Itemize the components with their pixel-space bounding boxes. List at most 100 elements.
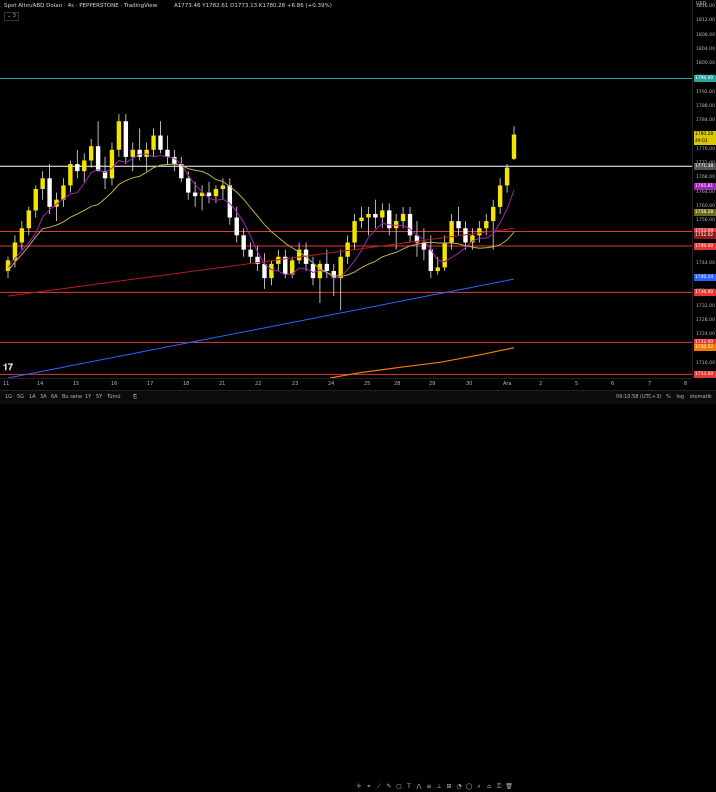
magnet-icon[interactable]: ⌂ bbox=[485, 782, 493, 791]
trend-line-icon[interactable]: ⟋ bbox=[375, 782, 383, 791]
price-tick-3: 1804.00 bbox=[696, 46, 715, 52]
price-tag-0: 1796.00 bbox=[694, 74, 716, 82]
candle-body-12 bbox=[88, 146, 94, 161]
candle-body-2 bbox=[19, 228, 25, 243]
candle-body-34 bbox=[241, 235, 246, 250]
price-tick-10: 1776.00 bbox=[696, 146, 715, 152]
price-tick-23: 1724.00 bbox=[696, 332, 715, 338]
candle-body-5 bbox=[40, 178, 45, 189]
lock-icon[interactable]: ⚿ bbox=[495, 782, 503, 791]
auto-toggle[interactable]: otomatik bbox=[690, 394, 712, 400]
price-tick-13: 1764.00 bbox=[696, 189, 715, 195]
time-label-16: 5 bbox=[575, 381, 579, 387]
fib-icon[interactable]: ≡ bbox=[425, 782, 433, 791]
text-icon[interactable]: T bbox=[405, 782, 413, 791]
candle-body-72 bbox=[504, 167, 510, 186]
candle-body-71 bbox=[497, 185, 503, 207]
price-tick-0: 1816.00 bbox=[696, 4, 715, 10]
price-axis[interactable]: USD 1816.00 1812.00 1808.00 1804.00 1800.00 1… bbox=[692, 0, 716, 380]
price-tag-2: 1771.38 bbox=[694, 162, 716, 170]
date-range-icon[interactable]: ⎗ bbox=[133, 394, 137, 400]
candle-body-27 bbox=[192, 192, 198, 197]
price-tag-11: 1720.52 bbox=[694, 344, 716, 352]
timeframe-5[interactable]: Bu sene bbox=[62, 394, 82, 400]
price-tick-8: 1784.00 bbox=[696, 118, 715, 124]
candle-body-26 bbox=[186, 178, 191, 193]
candle-body-68 bbox=[477, 228, 482, 236]
crosshair-icon[interactable]: ⌖ bbox=[365, 782, 373, 791]
candle-body-9 bbox=[68, 164, 73, 186]
candle-body-10 bbox=[75, 164, 80, 172]
measure-icon[interactable]: ⟂ bbox=[435, 782, 443, 791]
trash-icon[interactable]: 🗑 bbox=[505, 782, 513, 791]
chevron-down-icon: ⌄ bbox=[7, 13, 12, 19]
timeframe-4[interactable]: 6A bbox=[51, 394, 58, 400]
time-label-14: Ara bbox=[503, 381, 512, 387]
candle-body-73 bbox=[511, 134, 517, 159]
scale-options: % log otomatik bbox=[666, 394, 712, 400]
candle-body-29 bbox=[206, 192, 212, 197]
time-label-1: 14 bbox=[37, 381, 44, 387]
clock-label[interactable]: 09:10:58 (UTC+3) bbox=[616, 394, 661, 400]
time-label-18: 7 bbox=[648, 381, 652, 387]
time-label-11: 28 bbox=[394, 381, 401, 387]
price-tick-21: 1732.00 bbox=[696, 303, 715, 309]
shapes-icon[interactable]: ▢ bbox=[395, 782, 403, 791]
timeframe-3[interactable]: 3A bbox=[40, 394, 47, 400]
candle-body-50 bbox=[352, 221, 357, 243]
candle-body-33 bbox=[234, 217, 239, 236]
candle-body-18 bbox=[130, 149, 135, 157]
countdown-tag: 49:01 bbox=[694, 138, 716, 145]
indicator-count: 3 bbox=[12, 13, 16, 19]
candle-body-53 bbox=[373, 213, 378, 218]
candle-body-30 bbox=[213, 189, 219, 197]
zoom-icon[interactable]: ⌕ bbox=[475, 782, 483, 791]
time-label-2: 15 bbox=[73, 381, 80, 387]
indicator-toggle[interactable]: ⌄ 3 bbox=[4, 12, 19, 21]
time-label-17: 6 bbox=[611, 381, 615, 387]
price-tag-12: 1713.00 bbox=[694, 370, 716, 378]
candle-body-52 bbox=[366, 213, 371, 218]
candle-body-15 bbox=[109, 149, 115, 179]
price-tick-7: 1788.00 bbox=[696, 103, 715, 109]
percent-toggle[interactable]: % bbox=[666, 394, 671, 400]
price-tick-1: 1812.00 bbox=[696, 18, 715, 24]
log-toggle[interactable]: log bbox=[676, 394, 684, 400]
timeframe-8[interactable]: Tümü bbox=[107, 394, 121, 400]
timeframe-0[interactable]: 1G bbox=[5, 394, 12, 400]
tradingview-logo-icon[interactable]: 𝟏𝟕 bbox=[3, 363, 15, 373]
chart-header: Spot Altın/ABD Doları · 4s · PEPPERSTONE… bbox=[0, 0, 692, 22]
candle-body-55 bbox=[387, 210, 392, 229]
pattern-icon[interactable]: ⋀ bbox=[415, 782, 423, 791]
candle-body-62 bbox=[435, 267, 440, 272]
timeframe-2[interactable]: 1A bbox=[29, 394, 36, 400]
prediction-icon[interactable]: ◔ bbox=[455, 782, 463, 791]
chart-area[interactable] bbox=[0, 0, 692, 378]
candle-body-1 bbox=[12, 242, 18, 261]
time-label-6: 21 bbox=[219, 381, 226, 387]
cursor-icon[interactable]: ✛ bbox=[355, 782, 363, 791]
candle-body-17 bbox=[123, 121, 129, 157]
ma-orange-line bbox=[329, 347, 515, 378]
price-tick-6: 1792.00 bbox=[696, 89, 715, 95]
price-tag-9: 1736.00 bbox=[694, 288, 716, 296]
price-tick-14: 1760.00 bbox=[696, 203, 715, 209]
time-label-5: 18 bbox=[183, 381, 190, 387]
pencil-icon[interactable]: ✎ bbox=[385, 782, 393, 791]
candle-body-65 bbox=[456, 221, 461, 229]
ruler-icon[interactable]: ⊞ bbox=[445, 782, 453, 791]
candle-body-57 bbox=[400, 213, 406, 222]
candle-body-13 bbox=[95, 146, 101, 172]
candle-body-20 bbox=[144, 149, 149, 157]
symbol-title[interactable]: Spot Altın/ABD Doları · 4s · PEPPERSTONE… bbox=[4, 3, 157, 9]
ma-blue-line bbox=[7, 278, 515, 378]
timeframe-6[interactable]: 1Y bbox=[85, 394, 91, 400]
price-tick-4: 1800.00 bbox=[696, 61, 715, 67]
timeframe-1[interactable]: 5G bbox=[17, 394, 24, 400]
time-label-7: 22 bbox=[255, 381, 262, 387]
candle-body-31 bbox=[220, 185, 226, 189]
ellipse-icon[interactable]: ◯ bbox=[465, 782, 473, 791]
candlestick-chart[interactable] bbox=[0, 0, 692, 378]
timeframe-7[interactable]: 5Y bbox=[96, 394, 102, 400]
time-label-15: 2 bbox=[539, 381, 543, 387]
